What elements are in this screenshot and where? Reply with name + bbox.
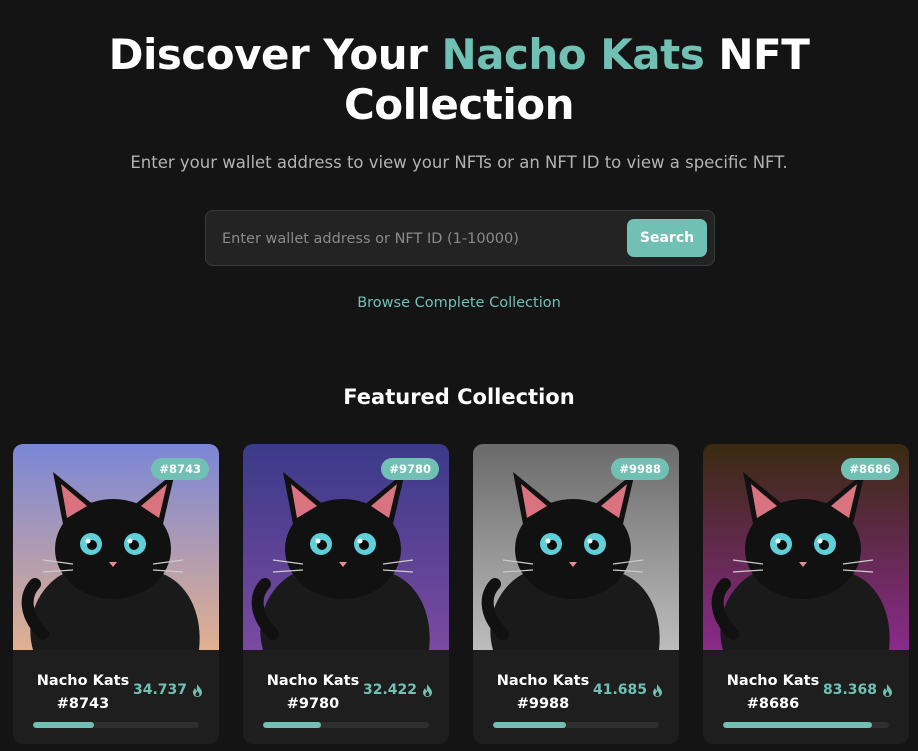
browse-collection-link[interactable]: Browse Complete Collection xyxy=(0,295,918,311)
nft-id-badge: #8743 xyxy=(151,458,209,480)
nft-collection-name: Nacho Kats xyxy=(266,673,360,689)
nft-image: #8743 xyxy=(13,444,219,650)
nft-progress-fill xyxy=(723,722,873,728)
nft-score: 34.737 xyxy=(133,682,203,698)
nft-progress-bar xyxy=(263,722,429,728)
nft-name: Nacho Kats #8686 xyxy=(721,670,825,716)
search-input[interactable] xyxy=(220,223,624,255)
title-part-2: Collection xyxy=(343,80,575,129)
nft-score: 32.422 xyxy=(363,682,433,698)
nft-progress-fill xyxy=(263,722,322,728)
nft-score: 83.368 xyxy=(823,682,893,698)
nft-progress-bar xyxy=(723,722,889,728)
nft-collection-name: Nacho Kats xyxy=(36,673,130,689)
nft-progress-fill xyxy=(33,722,95,728)
nft-name: Nacho Kats #8743 xyxy=(31,670,135,716)
nft-card[interactable]: #9988 Nacho Kats #9988 41.685 xyxy=(473,444,679,744)
nft-progress-fill xyxy=(493,722,567,728)
flame-icon xyxy=(883,683,892,697)
nft-collection-name: Nacho Kats xyxy=(496,673,590,689)
nft-score-value: 83.368 xyxy=(822,682,877,698)
search-box: Search xyxy=(205,210,715,266)
title-part-2-tail: NFT xyxy=(704,30,810,79)
nft-card[interactable]: #8686 Nacho Kats #8686 83.368 xyxy=(703,444,909,744)
nft-image: #9988 xyxy=(473,444,679,650)
nft-score-value: 34.737 xyxy=(132,682,187,698)
featured-section-title: Featured Collection xyxy=(343,385,575,409)
flame-icon xyxy=(193,683,202,697)
nft-score-value: 41.685 xyxy=(592,682,647,698)
title-part-1: Discover Your xyxy=(108,30,442,79)
nft-collection-name: Nacho Kats xyxy=(726,673,820,689)
nft-name: Nacho Kats #9780 xyxy=(261,670,365,716)
nft-number: #8743 xyxy=(56,696,110,712)
nft-id-badge: #9780 xyxy=(381,458,439,480)
nft-image: #9780 xyxy=(243,444,449,650)
page-subtitle: Enter your wallet address to view your N… xyxy=(130,153,788,172)
search-button[interactable]: Search xyxy=(627,219,707,257)
nft-id-badge: #9988 xyxy=(611,458,669,480)
nft-progress-bar xyxy=(493,722,659,728)
nft-card[interactable]: #9780 Nacho Kats #9780 32.422 xyxy=(243,444,449,744)
flame-icon xyxy=(423,683,432,697)
page-title: Discover Your Nacho Kats NFT Collection xyxy=(0,30,918,130)
nft-score-value: 32.422 xyxy=(362,682,417,698)
nft-number: #9780 xyxy=(286,696,340,712)
flame-icon xyxy=(653,683,662,697)
nft-progress-bar xyxy=(33,722,199,728)
nft-id-badge: #8686 xyxy=(841,458,899,480)
nft-score: 41.685 xyxy=(593,682,663,698)
nft-number: #8686 xyxy=(746,696,800,712)
nft-name: Nacho Kats #9988 xyxy=(491,670,595,716)
nft-image: #8686 xyxy=(703,444,909,650)
title-accent: Nacho Kats xyxy=(441,30,705,79)
nft-card[interactable]: #8743 Nacho Kats #8743 34.737 xyxy=(13,444,219,744)
nft-number: #9988 xyxy=(516,696,570,712)
page: Discover Your Nacho Kats NFT Collection E… xyxy=(0,0,918,751)
